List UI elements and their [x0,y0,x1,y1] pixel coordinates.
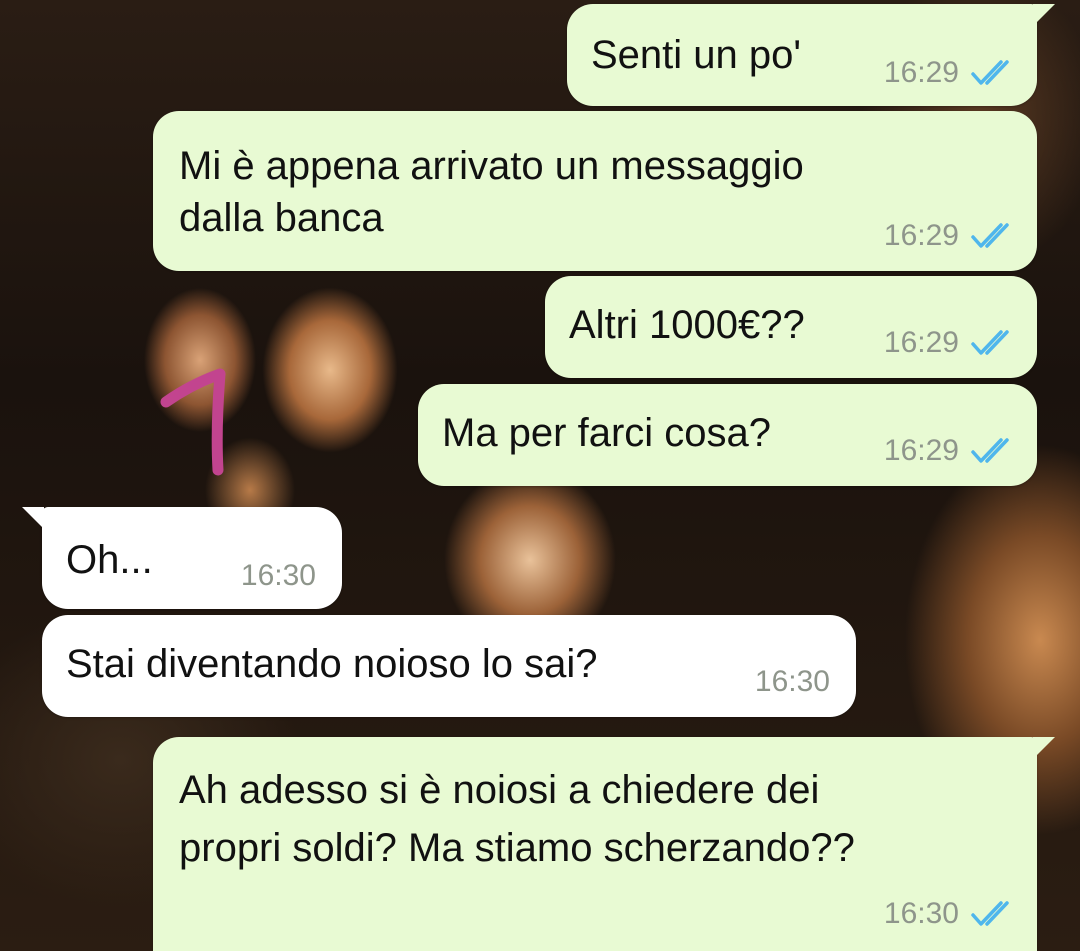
message-time: 16:29 [883,434,959,467]
double-check-read-icon [971,60,1009,85]
bubble-tail [1033,737,1055,759]
bubble-tail [22,507,44,529]
message-text: Mi è appena arrivato un messaggio [179,144,804,188]
message-meta: 16:29 [884,434,1015,468]
double-check-read-icon [971,330,1009,355]
message-time: 16:30 [754,665,830,698]
message-text: Ma per farci cosa? [442,411,772,455]
message-text: Ah adesso si è noiosi a chiedere dei [179,768,820,812]
message-time: 16:29 [883,326,959,359]
message-time: 16:29 [883,56,959,89]
outgoing-message[interactable]: Altri 1000€?? 16:29 [545,276,1037,378]
message-time: 16:30 [240,559,316,592]
message-meta: 16:29 [884,219,1015,253]
bubble-tail [1033,4,1055,26]
incoming-message[interactable]: Stai diventando noioso lo sai? 16:30 [42,615,856,717]
double-check-read-icon [971,438,1009,463]
message-time: 16:29 [883,219,959,252]
message-meta: 16:30 [755,665,830,699]
message-text: dalla banca [179,196,384,240]
message-meta: 16:30 [884,897,1015,931]
message-meta: 16:30 [241,559,316,593]
message-meta: 16:29 [884,56,1015,90]
message-text: Stai diventando noioso lo sai? [66,642,598,686]
message-text: Senti un po' [591,33,802,77]
message-text: propri soldi? Ma stiamo scherzando?? [179,826,855,870]
outgoing-message[interactable]: Ah adesso si è noiosi a chiedere dei pro… [153,737,1055,951]
incoming-message[interactable]: Oh... 16:30 [22,507,342,609]
outgoing-message[interactable]: Ma per farci cosa? 16:29 [418,384,1037,486]
outgoing-message[interactable]: Senti un po' 16:29 [567,4,1055,106]
double-check-read-icon [971,901,1009,926]
message-time: 16:30 [883,897,959,930]
message-meta: 16:29 [884,326,1015,360]
outgoing-message[interactable]: Mi è appena arrivato un messaggio dalla … [153,111,1037,271]
message-text: Oh... [66,538,153,582]
double-check-read-icon [971,223,1009,248]
message-text: Altri 1000€?? [569,303,805,347]
handdrawn-annotation-mark [160,368,226,476]
